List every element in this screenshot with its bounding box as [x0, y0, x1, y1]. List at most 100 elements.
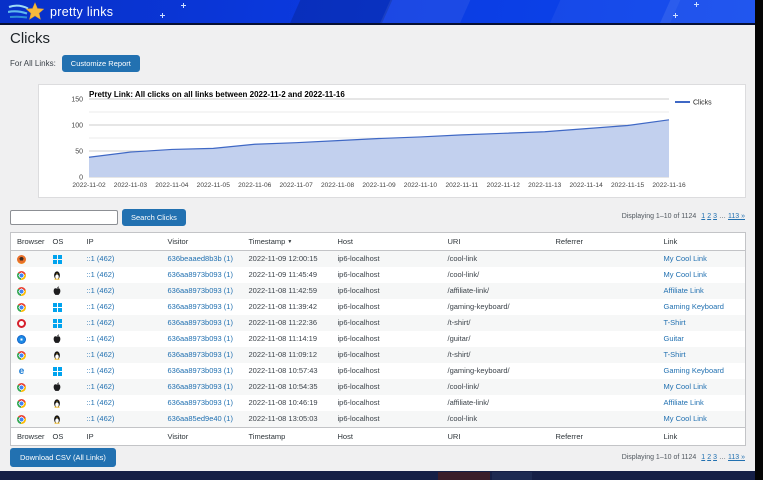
- referrer-cell: [550, 347, 658, 363]
- customize-report-button[interactable]: Customize Report: [62, 55, 140, 72]
- ip-link[interactable]: ::1 (462): [87, 382, 115, 391]
- pretty-link[interactable]: My Cool Link: [664, 270, 707, 279]
- visitor-link[interactable]: 636aa8973b093 (1): [168, 398, 233, 407]
- column-header-browser: Browser: [11, 428, 47, 446]
- host-cell: ip6-localhost: [332, 347, 442, 363]
- windows-os-icon: [53, 319, 62, 328]
- browser-cell: [11, 267, 47, 283]
- visitor-link[interactable]: 636aa8973b093 (1): [168, 366, 233, 375]
- page-links: 123…113 »: [699, 454, 745, 461]
- visitor-cell: 636beaaed8b3b (1): [162, 251, 243, 268]
- column-header-uri: URI: [442, 428, 550, 446]
- table-row: ::1 (462)636beaaed8b3b (1)2022-11-09 12:…: [11, 251, 746, 268]
- chrome-browser-icon: [17, 271, 26, 280]
- pretty-link[interactable]: Gaming Keyboard: [664, 302, 724, 311]
- visitor-link[interactable]: 636aa8973b093 (1): [168, 270, 233, 279]
- visitor-link[interactable]: 636aa8973b093 (1): [168, 302, 233, 311]
- pretty-link[interactable]: My Cool Link: [664, 254, 707, 263]
- pretty-link[interactable]: T-Shirt: [664, 318, 686, 327]
- ip-cell: ::1 (462): [81, 267, 162, 283]
- referrer-cell: [550, 267, 658, 283]
- sparkle-icon: [181, 3, 186, 8]
- page-link[interactable]: 1: [701, 213, 705, 220]
- search-clicks-button[interactable]: Search Clicks: [122, 209, 186, 226]
- visitor-link[interactable]: 636aa8973b093 (1): [168, 382, 233, 391]
- ip-cell: ::1 (462): [81, 315, 162, 331]
- last-page-link[interactable]: 113 »: [728, 213, 745, 220]
- column-header-link: Link: [658, 428, 746, 446]
- pretty-link[interactable]: Gaming Keyboard: [664, 366, 724, 375]
- pretty-link[interactable]: My Cool Link: [664, 414, 707, 423]
- pretty-link[interactable]: My Cool Link: [664, 382, 707, 391]
- ip-link[interactable]: ::1 (462): [87, 302, 115, 311]
- legend-label: Clicks: [693, 100, 712, 107]
- timestamp-cell: 2022-11-08 10:46:19: [243, 395, 332, 411]
- x-tick-label: 2022-11-02: [72, 182, 106, 189]
- linux-os-icon: [53, 350, 61, 360]
- ip-link[interactable]: ::1 (462): [87, 254, 115, 263]
- table-body: ::1 (462)636beaaed8b3b (1)2022-11-09 12:…: [11, 251, 746, 428]
- visitor-link[interactable]: 636aa8973b093 (1): [168, 286, 233, 295]
- ip-cell: ::1 (462): [81, 283, 162, 299]
- ip-link[interactable]: ::1 (462): [87, 366, 115, 375]
- page-ellipsis: …: [719, 454, 726, 461]
- pagination-top: Displaying 1–10 of 1124 123…113 »: [622, 213, 745, 220]
- pretty-link[interactable]: Affiliate Link: [664, 286, 704, 295]
- pretty-link[interactable]: T-Shirt: [664, 350, 686, 359]
- ip-link[interactable]: ::1 (462): [87, 350, 115, 359]
- chrome-browser-icon: [17, 303, 26, 312]
- uri-cell: /cool-link/: [442, 267, 550, 283]
- link-cell: My Cool Link: [658, 267, 746, 283]
- page-link[interactable]: 2: [707, 454, 711, 461]
- pretty-links-logo: pretty links: [8, 1, 113, 22]
- ip-link[interactable]: ::1 (462): [87, 286, 115, 295]
- ip-link[interactable]: ::1 (462): [87, 334, 115, 343]
- filter-label: For All Links:: [10, 59, 56, 68]
- ip-link[interactable]: ::1 (462): [87, 398, 115, 407]
- download-csv-button[interactable]: Download CSV (All Links): [10, 448, 116, 467]
- column-header-referrer: Referrer: [550, 233, 658, 251]
- ip-link[interactable]: ::1 (462): [87, 414, 115, 423]
- table-row: e::1 (462)636aa8973b093 (1)2022-11-08 10…: [11, 363, 746, 379]
- x-tick-label: 2022-11-13: [528, 182, 562, 189]
- os-cell: [47, 411, 81, 428]
- host-cell: ip6-localhost: [332, 331, 442, 347]
- visitor-cell: 636aa8973b093 (1): [162, 379, 243, 395]
- os-cell: [47, 395, 81, 411]
- column-header-uri: URI: [442, 233, 550, 251]
- page-link[interactable]: 3: [713, 454, 717, 461]
- x-tick-label: 2022-11-08: [321, 182, 355, 189]
- visitor-link[interactable]: 636beaaed8b3b (1): [168, 254, 233, 263]
- page-link[interactable]: 3: [713, 213, 717, 220]
- visitor-link[interactable]: 636aa8973b093 (1): [168, 350, 233, 359]
- ip-cell: ::1 (462): [81, 411, 162, 428]
- visitor-link[interactable]: 636aa85ed9e40 (1): [168, 414, 233, 423]
- ip-cell: ::1 (462): [81, 251, 162, 268]
- ip-cell: ::1 (462): [81, 299, 162, 315]
- link-cell: Affiliate Link: [658, 283, 746, 299]
- pretty-link[interactable]: Guitar: [664, 334, 684, 343]
- ip-link[interactable]: ::1 (462): [87, 318, 115, 327]
- browser-cell: [11, 347, 47, 363]
- referrer-cell: [550, 331, 658, 347]
- last-page-link[interactable]: 113 »: [728, 454, 745, 461]
- page-link[interactable]: 1: [701, 454, 705, 461]
- link-cell: My Cool Link: [658, 379, 746, 395]
- stripe-decoration: [657, 0, 755, 23]
- os-cell: [47, 251, 81, 268]
- page-link[interactable]: 2: [707, 213, 711, 220]
- column-header-link: Link: [658, 233, 746, 251]
- ip-link[interactable]: ::1 (462): [87, 270, 115, 279]
- pretty-link[interactable]: Affiliate Link: [664, 398, 704, 407]
- x-tick-label: 2022-11-05: [197, 182, 231, 189]
- visitor-link[interactable]: 636aa8973b093 (1): [168, 318, 233, 327]
- uri-cell: /cool-link: [442, 411, 550, 428]
- column-header-timestamp[interactable]: Timestamp▼: [243, 233, 332, 251]
- y-tick-label: 100: [71, 123, 83, 130]
- search-input[interactable]: [10, 210, 118, 225]
- visitor-link[interactable]: 636aa8973b093 (1): [168, 334, 233, 343]
- desktop-taskbar: [0, 471, 755, 480]
- taskbar-item: [438, 472, 490, 480]
- apple-os-icon: [53, 382, 61, 392]
- linux-os-icon: [53, 414, 61, 424]
